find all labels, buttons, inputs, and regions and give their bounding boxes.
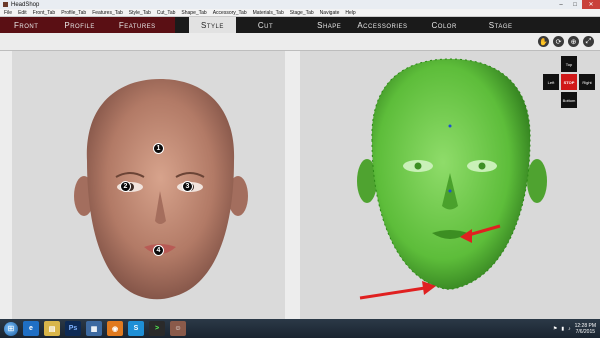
view-tools: ✋ ⟳ ⊕ ⤢	[538, 36, 594, 47]
ie-icon[interactable]: e	[23, 321, 39, 336]
hand-icon[interactable]: ✋	[538, 36, 549, 47]
menu-bar: File Edit Front_Tab Profile_Tab Features…	[0, 9, 600, 17]
explorer-icon[interactable]: ▤	[44, 321, 60, 336]
firefox-icon[interactable]: ◉	[107, 321, 123, 336]
tab-style[interactable]: Style	[189, 17, 236, 33]
clock[interactable]: 12:28 PM 7/6/2015	[575, 323, 596, 335]
landmark-marker-2[interactable]: 2	[120, 181, 131, 192]
close-button[interactable]: ✕	[582, 0, 600, 9]
menu-shape-tab[interactable]: Shape_Tab	[181, 10, 206, 16]
menu-features-tab[interactable]: Features_Tab	[92, 10, 123, 16]
menu-front-tab[interactable]: Front_Tab	[33, 10, 56, 16]
tab-group-face: Front Profile Features	[0, 17, 175, 33]
tab-bar: Front Profile Features Style Cut Shape A…	[0, 17, 600, 33]
terminal-icon[interactable]: >	[149, 321, 165, 336]
landmark-marker-1[interactable]: 1	[153, 143, 164, 154]
menu-accessory-tab[interactable]: Accessory_Tab	[213, 10, 247, 16]
nav-right-button[interactable]: Right	[579, 74, 595, 90]
flag-icon[interactable]: ⚑	[553, 326, 557, 332]
menu-profile-tab[interactable]: Profile_Tab	[61, 10, 86, 16]
face-photo	[74, 79, 248, 300]
navigation-pad: Top Left STOP Right Bottom	[543, 56, 595, 108]
windows-taskbar: ⊞ e ▤ Ps ▦ ◉ S > ☺	[0, 319, 600, 338]
tab-color[interactable]: Color	[432, 21, 457, 30]
tab-group-edit: Style Cut Shape Accessories Color Stage	[175, 17, 600, 33]
landmark-marker-4[interactable]: 4	[153, 245, 164, 256]
nav-left-button[interactable]: Left	[543, 74, 559, 90]
photoshop-icon[interactable]: Ps	[65, 321, 81, 336]
headshop-icon[interactable]: ☺	[170, 321, 186, 336]
menu-style-tab[interactable]: Style_Tab	[129, 10, 151, 16]
view-toolbar	[0, 33, 600, 51]
app-icon	[3, 2, 8, 7]
system-tray: ⚑ ▮ ♪ 12:28 PM 7/6/2015	[553, 320, 596, 338]
zoom-icon[interactable]: ⊕	[568, 36, 579, 47]
network-icon[interactable]: ▮	[561, 326, 564, 332]
window-controls: – □ ✕	[554, 0, 600, 9]
tab-shape[interactable]: Shape	[317, 21, 341, 30]
menu-file[interactable]: File	[4, 10, 12, 16]
menu-cut-tab[interactable]: Cut_Tab	[157, 10, 176, 16]
rotate-icon[interactable]: ⟳	[553, 36, 564, 47]
nav-bottom-button[interactable]: Bottom	[561, 92, 577, 108]
volume-icon[interactable]: ♪	[568, 326, 571, 332]
menu-stage-tab[interactable]: Stage_Tab	[290, 10, 314, 16]
tab-cut[interactable]: Cut	[258, 21, 273, 30]
nav-top-button[interactable]: Top	[561, 56, 577, 72]
landmark-marker-3[interactable]: 3	[182, 181, 193, 192]
nav-stop-button[interactable]: STOP	[561, 74, 577, 90]
menu-materials-tab[interactable]: Materials_Tab	[253, 10, 284, 16]
fit-icon[interactable]: ⤢	[583, 36, 594, 47]
view-divider	[285, 51, 300, 319]
tab-stage[interactable]: Stage	[489, 21, 513, 30]
maximize-button[interactable]: □	[568, 0, 582, 9]
tab-accessories[interactable]: Accessories	[357, 21, 407, 30]
menu-edit[interactable]: Edit	[18, 10, 27, 16]
start-orb-icon[interactable]: ⊞	[4, 321, 18, 336]
left-margin	[0, 51, 12, 319]
tab-front[interactable]: Front	[0, 21, 38, 30]
menu-help[interactable]: Help	[345, 10, 355, 16]
window-titlebar: HeadShop – □ ✕	[0, 0, 600, 9]
menu-navigate[interactable]: Navigate	[320, 10, 340, 16]
tab-features[interactable]: Features	[95, 21, 156, 30]
skype-icon[interactable]: S	[128, 321, 144, 336]
clock-date: 7/6/2015	[575, 329, 596, 335]
window-title: HeadShop	[11, 1, 40, 8]
front-photo-view[interactable]: 1 2 3 4	[12, 51, 285, 319]
tab-profile[interactable]: Profile	[38, 21, 95, 30]
minimize-button[interactable]: –	[554, 0, 568, 9]
folder-icon[interactable]: ▦	[86, 321, 102, 336]
